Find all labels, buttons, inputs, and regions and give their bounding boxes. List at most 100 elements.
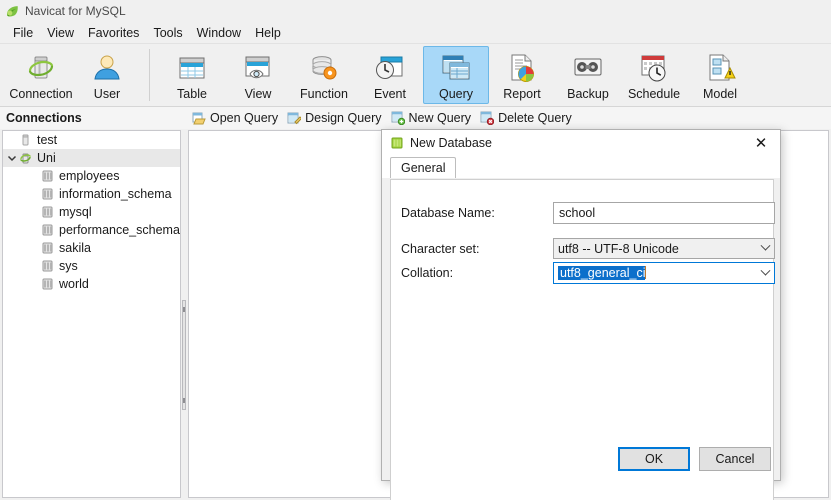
new-query-button[interactable]: New Query [388,110,478,126]
toolbar-button-event[interactable]: Event [357,46,423,104]
tree-label-sys: sys [59,259,78,273]
delete-query-label: Delete Query [498,111,572,125]
tree-label-mysql: mysql [59,205,92,219]
menu-favorites[interactable]: Favorites [81,23,146,43]
chevron-down-icon[interactable] [756,239,774,258]
collation-value-wrap: utf8_general_ci [554,266,756,280]
collation-value: utf8_general_ci [558,266,646,280]
tree-item-sakila[interactable]: sakila [3,239,180,257]
database-icon [41,169,54,183]
open-query-icon [192,111,206,125]
window-title: Navicat for MySQL [25,4,126,18]
toolbar-button-view[interactable]: View [225,46,291,104]
tree-item-test[interactable]: test [3,131,180,149]
dialog-title-bar: New Database ✕ [382,130,780,156]
menu-file[interactable]: File [6,23,40,43]
chevron-down-icon[interactable] [756,263,774,283]
database-icon [41,187,54,201]
main-toolbar: Connection User Table View Function Even… [0,44,831,107]
event-icon [373,52,407,85]
database-icon [41,259,54,273]
design-query-button[interactable]: Design Query [284,110,387,126]
toolbar-separator [149,49,150,101]
text-caret [645,266,647,279]
report-icon [505,52,539,85]
new-database-dialog: New Database ✕ General Database Name: Ch… [381,129,781,500]
view-icon [241,52,275,85]
toolbar-button-report[interactable]: Report [489,46,555,104]
open-query-button[interactable]: Open Query [189,110,284,126]
function-icon [307,52,341,85]
backup-icon [571,52,605,85]
toolbar-label-table: Table [177,87,207,101]
cancel-button[interactable]: Cancel [699,447,771,471]
title-bar: Navicat for MySQL [0,0,831,22]
tree-item-performance-schema[interactable]: performance_schema [3,221,180,239]
pane-splitter[interactable] [181,130,187,498]
toolbar-label-event: Event [374,87,406,101]
connection-icon [24,52,58,85]
toolbar-label-backup: Backup [567,87,609,101]
toolbar-button-model[interactable]: Model [687,46,753,104]
tree-item-sys[interactable]: sys [3,257,180,275]
menu-help[interactable]: Help [248,23,288,43]
new-query-icon [391,111,405,126]
tree-item-information-schema[interactable]: information_schema [3,185,180,203]
menu-window[interactable]: Window [190,23,248,43]
close-icon[interactable]: ✕ [746,131,776,155]
toolbar-button-user[interactable]: User [74,46,140,104]
toolbar-button-connection[interactable]: Connection [8,46,74,104]
database-icon [41,277,54,291]
delete-query-icon [480,111,495,126]
toolbar-label-report: Report [503,87,541,101]
database-name-label: Database Name: [401,206,495,220]
database-icon [41,205,54,219]
connection-online-icon [19,151,32,165]
database-icon [41,241,54,255]
tree-label-uni: Uni [37,151,56,165]
tree-label-performance-schema: performance_schema [59,223,180,237]
chevron-down-icon[interactable] [5,151,19,165]
toolbar-button-table[interactable]: Table [159,46,225,104]
toolbar-button-query[interactable]: Query [423,46,489,104]
delete-query-button[interactable]: Delete Query [477,110,578,126]
toolbar-label-model: Model [702,87,738,101]
connection-offline-icon [19,133,32,147]
tab-general[interactable]: General [390,157,457,178]
design-query-icon [287,111,303,125]
toolbar-label-user: User [93,87,121,101]
tree-item-uni[interactable]: Uni [3,149,180,167]
menu-tools[interactable]: Tools [146,23,189,43]
toolbar-group-general: Connection User [8,46,140,104]
navicat-window: Navicat for MySQL File View Favorites To… [0,0,831,500]
splitter-grip[interactable] [182,300,186,410]
dialog-tabs: General [382,156,780,178]
character-set-row: Character set: utf8 -- UTF-8 Unicode [401,238,775,259]
query-icon [439,52,473,85]
navicat-leaf-icon [5,4,20,19]
tree-label-information-schema: information_schema [59,187,172,201]
connections-tree[interactable]: test Uni employees information_schema my… [2,130,181,498]
tree-item-world[interactable]: world [3,275,180,293]
new-query-label: New Query [408,111,472,125]
design-query-label: Design Query [305,111,382,125]
toolbar-button-backup[interactable]: Backup [555,46,621,104]
tree-label-world: world [59,277,89,291]
tree-item-employees[interactable]: employees [3,167,180,185]
ok-button[interactable]: OK [618,447,690,471]
toolbar-button-schedule[interactable]: Schedule [621,46,687,104]
menu-view[interactable]: View [40,23,81,43]
toolbar-label-function: Function [300,87,348,101]
user-icon [90,52,124,85]
toolbar-label-schedule: Schedule [627,87,681,101]
open-query-label: Open Query [210,111,279,125]
collation-combo[interactable]: utf8_general_ci [553,262,775,284]
toolbar-label-view: View [244,87,272,101]
collation-label: Collation: [401,266,454,280]
database-name-input[interactable] [553,202,775,224]
tree-item-mysql[interactable]: mysql [3,203,180,221]
collation-row: Collation: utf8_general_ci [401,262,775,284]
model-icon [703,52,737,85]
toolbar-button-function[interactable]: Function [291,46,357,104]
character-set-combo[interactable]: utf8 -- UTF-8 Unicode [553,238,775,259]
